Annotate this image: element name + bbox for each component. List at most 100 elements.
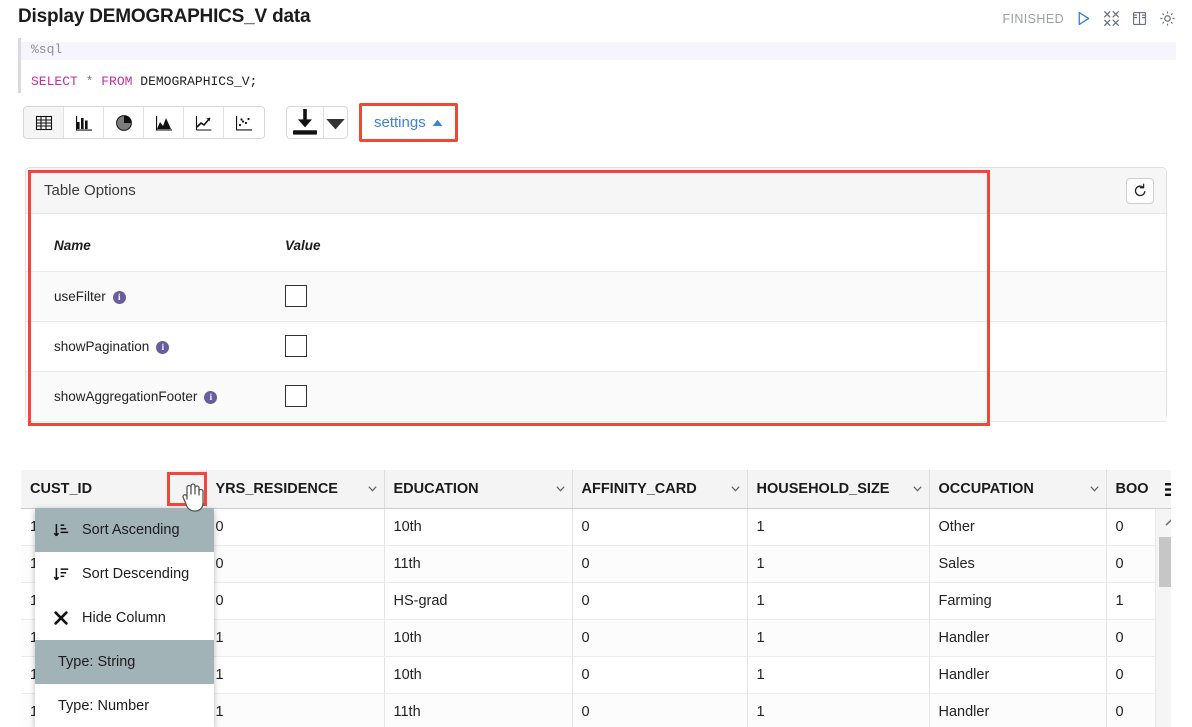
chevron-up-icon[interactable] (1156, 509, 1171, 537)
chevron-down-icon[interactable] (912, 483, 923, 494)
grid-header-label: OCCUPATION (938, 480, 1034, 497)
grid-column-header-education[interactable]: EDUCATION (384, 470, 573, 509)
cell-occupation: Handler (929, 693, 1107, 727)
paragraph-header: Display DEMOGRAPHICS_V data FINISHED (0, 0, 1192, 36)
chevron-down-icon[interactable] (730, 483, 741, 494)
menu-item-label: Type: Number (58, 698, 150, 714)
info-icon[interactable]: i (112, 290, 126, 304)
zeppelin-paragraph: Display DEMOGRAPHICS_V data FINISHED %sq… (0, 0, 1192, 727)
book-icon[interactable] (1131, 10, 1148, 27)
grid-header-label: BOO (1115, 480, 1149, 497)
chevron-down-icon[interactable] (1089, 483, 1100, 494)
cell-boo: 0 (1106, 656, 1156, 694)
cell-affinity-card: 0 (572, 545, 748, 583)
column-header-name: Name (26, 221, 285, 272)
grid-column-header-cust-id[interactable]: CUST_ID (21, 470, 207, 509)
grid-header-row: CUST_ID YRS_RESIDENCE EDUCATION AFFINITY… (21, 470, 1156, 509)
grid-column-header-household-size[interactable]: HOUSEHOLD_SIZE (747, 470, 930, 509)
scrollbar-thumb[interactable] (1159, 537, 1171, 587)
collapse-icon[interactable] (1103, 10, 1120, 27)
download-icon[interactable] (287, 107, 324, 138)
cell-occupation: Handler (929, 656, 1107, 694)
cell-household-size: 1 (747, 508, 930, 546)
sql-star: * (85, 74, 94, 89)
sql-keyword-select: SELECT (31, 74, 78, 89)
grid-column-header-yrs-residence[interactable]: YRS_RESIDENCE (206, 470, 385, 509)
chevron-down-icon[interactable] (555, 483, 566, 494)
cell-occupation: Other (929, 508, 1107, 546)
cell-education: 10th (384, 656, 573, 694)
grid-header-label: EDUCATION (393, 480, 479, 497)
cell-occupation: Farming (929, 582, 1107, 620)
table-options-table: Name Value useFilter i showPagination i sh… (26, 221, 1166, 422)
option-value-cell (285, 371, 1166, 422)
cell-yrs-residence: 0 (206, 508, 385, 546)
menu-item-type-string[interactable]: Type: String (35, 640, 214, 684)
menu-item-sort-descending[interactable]: Sort Descending (35, 552, 214, 596)
showpagination-checkbox[interactable] (285, 335, 307, 357)
menu-item-hide-column[interactable]: Hide Column (35, 596, 214, 640)
cell-boo: 0 (1106, 508, 1156, 546)
settings-panel-header: Table Options (26, 168, 1166, 214)
info-icon[interactable]: i (204, 390, 218, 404)
chevron-down-icon[interactable] (189, 483, 200, 494)
cell-education: 11th (384, 545, 573, 583)
bar-chart-icon[interactable] (64, 107, 104, 138)
option-label: showPagination (54, 338, 150, 354)
table-icon[interactable] (24, 107, 64, 138)
chevron-down-icon[interactable] (367, 483, 378, 494)
hamburger-menu-icon[interactable] (1155, 470, 1171, 509)
cell-household-size: 1 (747, 545, 930, 583)
column-header-value: Value (285, 221, 1166, 272)
sort-ascending-icon (53, 524, 69, 537)
cell-affinity-card: 0 (572, 508, 748, 546)
scatter-chart-icon[interactable] (224, 107, 264, 138)
menu-item-label: Hide Column (82, 610, 166, 626)
table-row: showAggregationFooter i (26, 371, 1166, 422)
caret-down-icon[interactable] (324, 107, 347, 138)
cell-education: 11th (384, 693, 573, 727)
cell-yrs-residence: 1 (206, 619, 385, 657)
showaggregationfooter-checkbox[interactable] (285, 385, 307, 407)
grid-column-header-affinity-card[interactable]: AFFINITY_CARD (572, 470, 748, 509)
editor-line-sql: SELECT * FROM DEMOGRAPHICS_V; (21, 74, 257, 90)
cell-boo: 1 (1106, 582, 1156, 620)
paragraph-status-group: FINISHED (1002, 10, 1176, 27)
cell-affinity-card: 0 (572, 582, 748, 620)
editor-line-interpreter: %sql (21, 42, 1176, 60)
column-context-menu: Sort Ascending Sort Descending Hide Colu… (35, 508, 214, 727)
settings-toggle-button[interactable]: settings (359, 103, 458, 142)
cell-yrs-residence: 1 (206, 693, 385, 727)
settings-label: settings (374, 114, 426, 131)
cell-boo: 0 (1106, 619, 1156, 657)
usefilter-checkbox[interactable] (285, 285, 307, 307)
run-icon[interactable] (1075, 10, 1092, 27)
grid-column-header-occupation[interactable]: OCCUPATION (929, 470, 1107, 509)
sql-table-name: DEMOGRAPHICS_V; (140, 74, 258, 89)
code-editor[interactable]: %sql SELECT * FROM DEMOGRAPHICS_V; (18, 38, 1176, 93)
grid-column-header-boo[interactable]: BOO (1106, 470, 1156, 509)
pie-chart-icon[interactable] (104, 107, 144, 138)
info-icon[interactable]: i (156, 340, 170, 354)
option-name-showaggregationfooter: showAggregationFooter i (26, 371, 285, 422)
cell-affinity-card: 0 (572, 656, 748, 694)
gear-icon[interactable] (1159, 10, 1176, 27)
reset-icon[interactable] (1126, 177, 1154, 204)
grid-vertical-scrollbar[interactable] (1155, 509, 1171, 727)
area-chart-icon[interactable] (144, 107, 184, 138)
table-row: showPagination i (26, 321, 1166, 372)
sort-descending-icon (53, 568, 69, 581)
option-name-usefilter: useFilter i (26, 271, 285, 322)
menu-item-sort-ascending[interactable]: Sort Ascending (35, 508, 214, 552)
cell-education: 10th (384, 508, 573, 546)
grid-header-label: YRS_RESIDENCE (215, 480, 338, 497)
menu-item-type-number[interactable]: Type: Number (35, 684, 214, 727)
option-value-cell (285, 271, 1166, 322)
cell-household-size: 1 (747, 656, 930, 694)
download-button-group (286, 106, 348, 139)
cell-household-size: 1 (747, 619, 930, 657)
status-badge: FINISHED (1002, 11, 1064, 26)
line-chart-icon[interactable] (184, 107, 224, 138)
settings-panel-title: Table Options (44, 182, 136, 199)
grid-header-label: CUST_ID (30, 480, 93, 497)
